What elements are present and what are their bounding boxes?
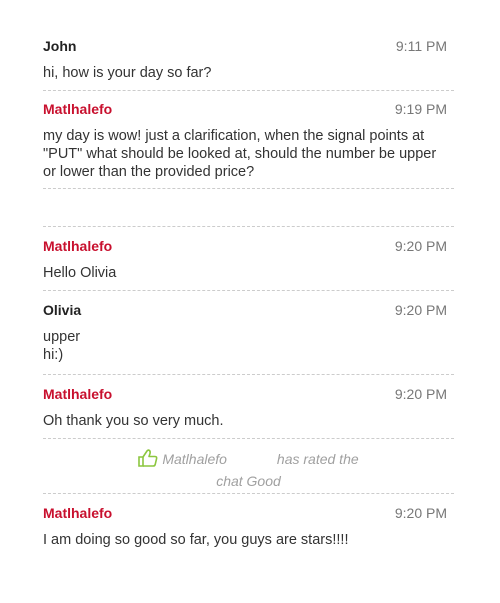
message-text: upper hi:) (43, 328, 454, 364)
sender-name: John (43, 38, 77, 54)
message-time: 9:20 PM (394, 386, 447, 402)
message-divider (43, 90, 454, 91)
message-divider (43, 493, 454, 494)
message-divider (43, 188, 454, 189)
message-text: Hello Olivia (43, 264, 454, 282)
message-line: or lower than the provided price? (43, 164, 255, 180)
chat-rating-notice: Matlhalefo has rated the chat Good (43, 449, 454, 491)
message-time: 9:20 PM (394, 505, 447, 521)
chat-message: Matlhalefo 9:20 PM Hello Olivia (43, 238, 454, 282)
chat-message: Matlhalefo 9:19 PM my day is wow! just a… (43, 101, 454, 181)
sender-name: Matlhalefo (43, 101, 113, 117)
chat-message: Olivia 9:20 PM upper hi:) (43, 302, 454, 364)
message-divider (43, 438, 454, 439)
sender-name: Matlhalefo (43, 386, 113, 402)
message-line: Hello Olivia (43, 265, 117, 281)
sender-name: Matlhalefo (43, 238, 113, 254)
message-line: hi:) (43, 347, 64, 363)
message-line: "PUT" what should be looked at, should t… (43, 146, 437, 162)
message-line: upper (43, 329, 81, 345)
message-header: Olivia 9:20 PM (43, 302, 454, 318)
sender-name: Olivia (43, 302, 82, 318)
chat-transcript: John 9:11 PM hi, how is your day so far?… (0, 0, 500, 603)
message-divider (43, 374, 454, 375)
rating-result: chat Good (216, 473, 281, 489)
thumbs-up-icon (138, 449, 158, 472)
message-line: I am doing so good so far, you guys are … (43, 532, 349, 548)
message-time: 9:19 PM (394, 101, 447, 117)
rating-agent-name: Matlhalefo (162, 451, 227, 467)
message-header: Matlhalefo 9:20 PM (43, 505, 454, 521)
message-header: Matlhalefo 9:20 PM (43, 238, 454, 254)
chat-message: John 9:11 PM hi, how is your day so far? (43, 38, 454, 82)
sender-name: Matlhalefo (43, 505, 113, 521)
message-line: hi, how is your day so far? (43, 65, 212, 81)
message-text: my day is wow! just a clarification, whe… (43, 127, 454, 181)
message-line: my day is wow! just a clarification, whe… (43, 128, 425, 144)
message-text: hi, how is your day so far? (43, 64, 454, 82)
chat-message: Matlhalefo 9:20 PM Oh thank you so very … (43, 386, 454, 430)
message-time: 9:20 PM (394, 302, 447, 318)
message-text: Oh thank you so very much. (43, 412, 454, 430)
message-header: John 9:11 PM (43, 38, 454, 54)
message-header: Matlhalefo 9:20 PM (43, 386, 454, 402)
message-divider (43, 226, 454, 227)
message-time: 9:20 PM (394, 238, 447, 254)
message-text: I am doing so good so far, you guys are … (43, 531, 454, 549)
chat-message: Matlhalefo 9:20 PM I am doing so good so… (43, 505, 454, 549)
message-line: Oh thank you so very much. (43, 413, 224, 429)
rating-action: has rated the (276, 451, 359, 467)
message-header: Matlhalefo 9:19 PM (43, 101, 454, 117)
message-divider (43, 290, 454, 291)
message-time: 9:11 PM (395, 38, 447, 54)
